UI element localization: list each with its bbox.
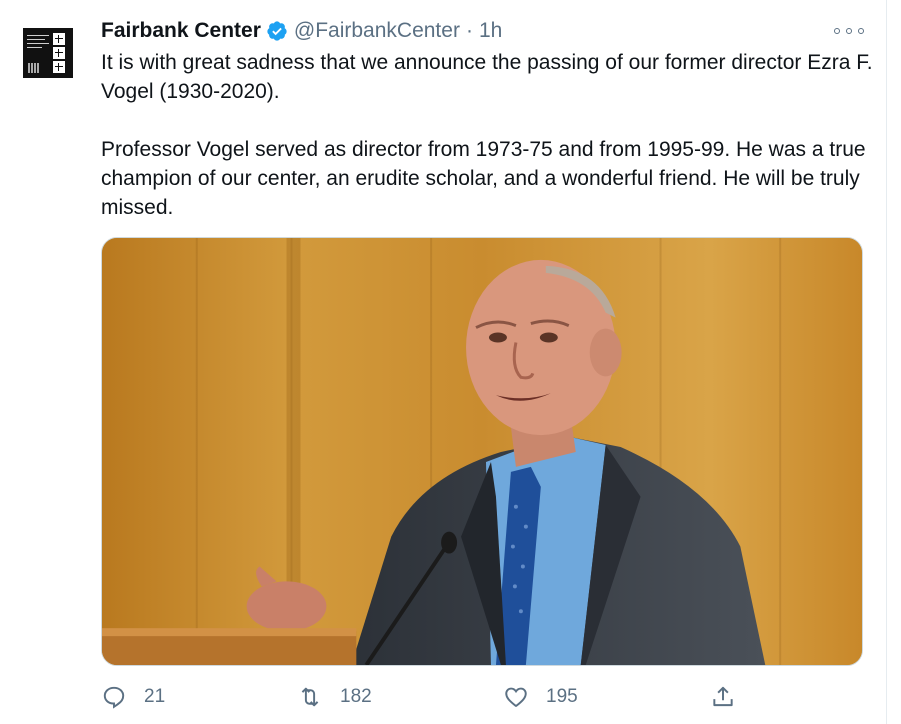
more-options-icon[interactable]: [834, 23, 864, 39]
reply-icon: [103, 686, 125, 709]
tweet-text: It is with great sadness that we announc…: [101, 48, 876, 222]
tweet-timestamp[interactable]: 1h: [479, 19, 502, 43]
tweet-paragraph: It is with great sadness that we announc…: [101, 51, 873, 103]
tweet-actions: 21 182 195: [101, 680, 861, 714]
share-icon: [713, 686, 733, 707]
avatar[interactable]: [13, 18, 83, 88]
tweet-card: Fairbank Center @FairbankCenter · 1h It …: [0, 0, 901, 724]
fairbank-center-logo: [23, 28, 73, 78]
author-handle[interactable]: @FairbankCenter: [294, 19, 460, 43]
retweet-button[interactable]: 182: [297, 680, 372, 714]
author-name[interactable]: Fairbank Center: [101, 19, 261, 43]
photo-speaker-illustration: [102, 238, 862, 665]
reply-button[interactable]: 21: [101, 680, 165, 714]
header-separator: ·: [465, 19, 473, 42]
logo-chinese-characters: [53, 33, 65, 73]
retweet-count: 182: [340, 686, 372, 707]
tweet-photo[interactable]: [101, 237, 863, 666]
reply-count: 21: [144, 686, 166, 707]
tweet-header: Fairbank Center @FairbankCenter · 1h: [101, 17, 502, 45]
share-button[interactable]: [710, 680, 736, 714]
timeline-border: [886, 0, 887, 724]
verified-badge-icon: [267, 21, 287, 41]
like-count: 195: [546, 686, 578, 707]
logo-seal: [28, 63, 40, 73]
tweet-paragraph: Professor Vogel served as director from …: [101, 138, 866, 219]
retweet-icon: [301, 687, 319, 707]
heart-icon: [505, 687, 527, 707]
like-button[interactable]: 195: [503, 680, 578, 714]
